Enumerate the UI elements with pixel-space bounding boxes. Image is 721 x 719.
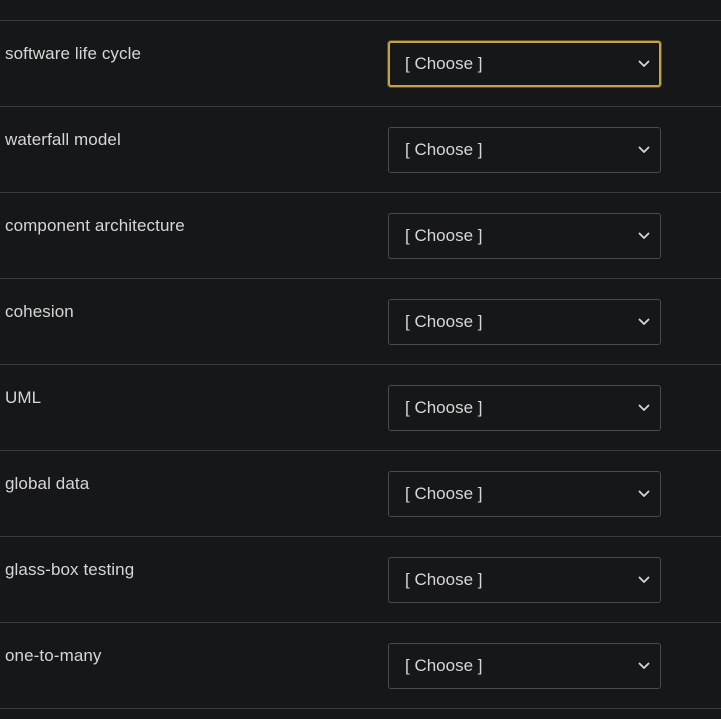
term-label: global data <box>5 474 90 493</box>
term-label: software life cycle <box>5 44 142 63</box>
answer-select[interactable]: [ Choose ] <box>388 643 661 689</box>
chevron-down-icon <box>638 404 650 411</box>
term-label: component architecture <box>5 216 185 235</box>
chevron-down-icon <box>638 232 650 239</box>
answer-select[interactable]: [ Choose ] <box>388 557 661 603</box>
answer-select-value: [ Choose ] <box>405 398 483 417</box>
answer-select[interactable]: [ Choose ] <box>388 299 661 345</box>
answer-select-value: [ Choose ] <box>405 140 483 159</box>
matching-row: software life cycle [ Choose ] <box>0 21 721 107</box>
chevron-down-icon <box>638 318 650 325</box>
chevron-down-icon <box>638 60 650 67</box>
term-label: UML <box>5 388 42 407</box>
answer-select-value: [ Choose ] <box>405 484 483 503</box>
answer-select[interactable]: [ Choose ] <box>388 127 661 173</box>
matching-row: component architecture [ Choose ] <box>0 193 721 279</box>
term-label: one-to-many <box>5 646 102 665</box>
matching-row: UML [ Choose ] <box>0 365 721 451</box>
matching-row: waterfall model [ Choose ] <box>0 107 721 193</box>
matching-question-table: software life cycle [ Choose ] waterfall… <box>0 20 721 709</box>
chevron-down-icon <box>638 146 650 153</box>
answer-select[interactable]: [ Choose ] <box>388 213 661 259</box>
term-label: glass-box testing <box>5 560 135 579</box>
answer-select[interactable]: [ Choose ] <box>388 385 661 431</box>
matching-row: glass-box testing [ Choose ] <box>0 537 721 623</box>
matching-row: cohesion [ Choose ] <box>0 279 721 365</box>
answer-select-value: [ Choose ] <box>405 656 483 675</box>
answer-select-value: [ Choose ] <box>405 226 483 245</box>
answer-select[interactable]: [ Choose ] <box>388 41 661 87</box>
answer-select-value: [ Choose ] <box>405 54 483 73</box>
chevron-down-icon <box>638 662 650 669</box>
matching-row: one-to-many [ Choose ] <box>0 623 721 709</box>
matching-row: global data [ Choose ] <box>0 451 721 537</box>
answer-select-value: [ Choose ] <box>405 312 483 331</box>
answer-select[interactable]: [ Choose ] <box>388 471 661 517</box>
answer-select-value: [ Choose ] <box>405 570 483 589</box>
chevron-down-icon <box>638 490 650 497</box>
term-label: cohesion <box>5 302 74 321</box>
chevron-down-icon <box>638 576 650 583</box>
term-label: waterfall model <box>5 130 121 149</box>
